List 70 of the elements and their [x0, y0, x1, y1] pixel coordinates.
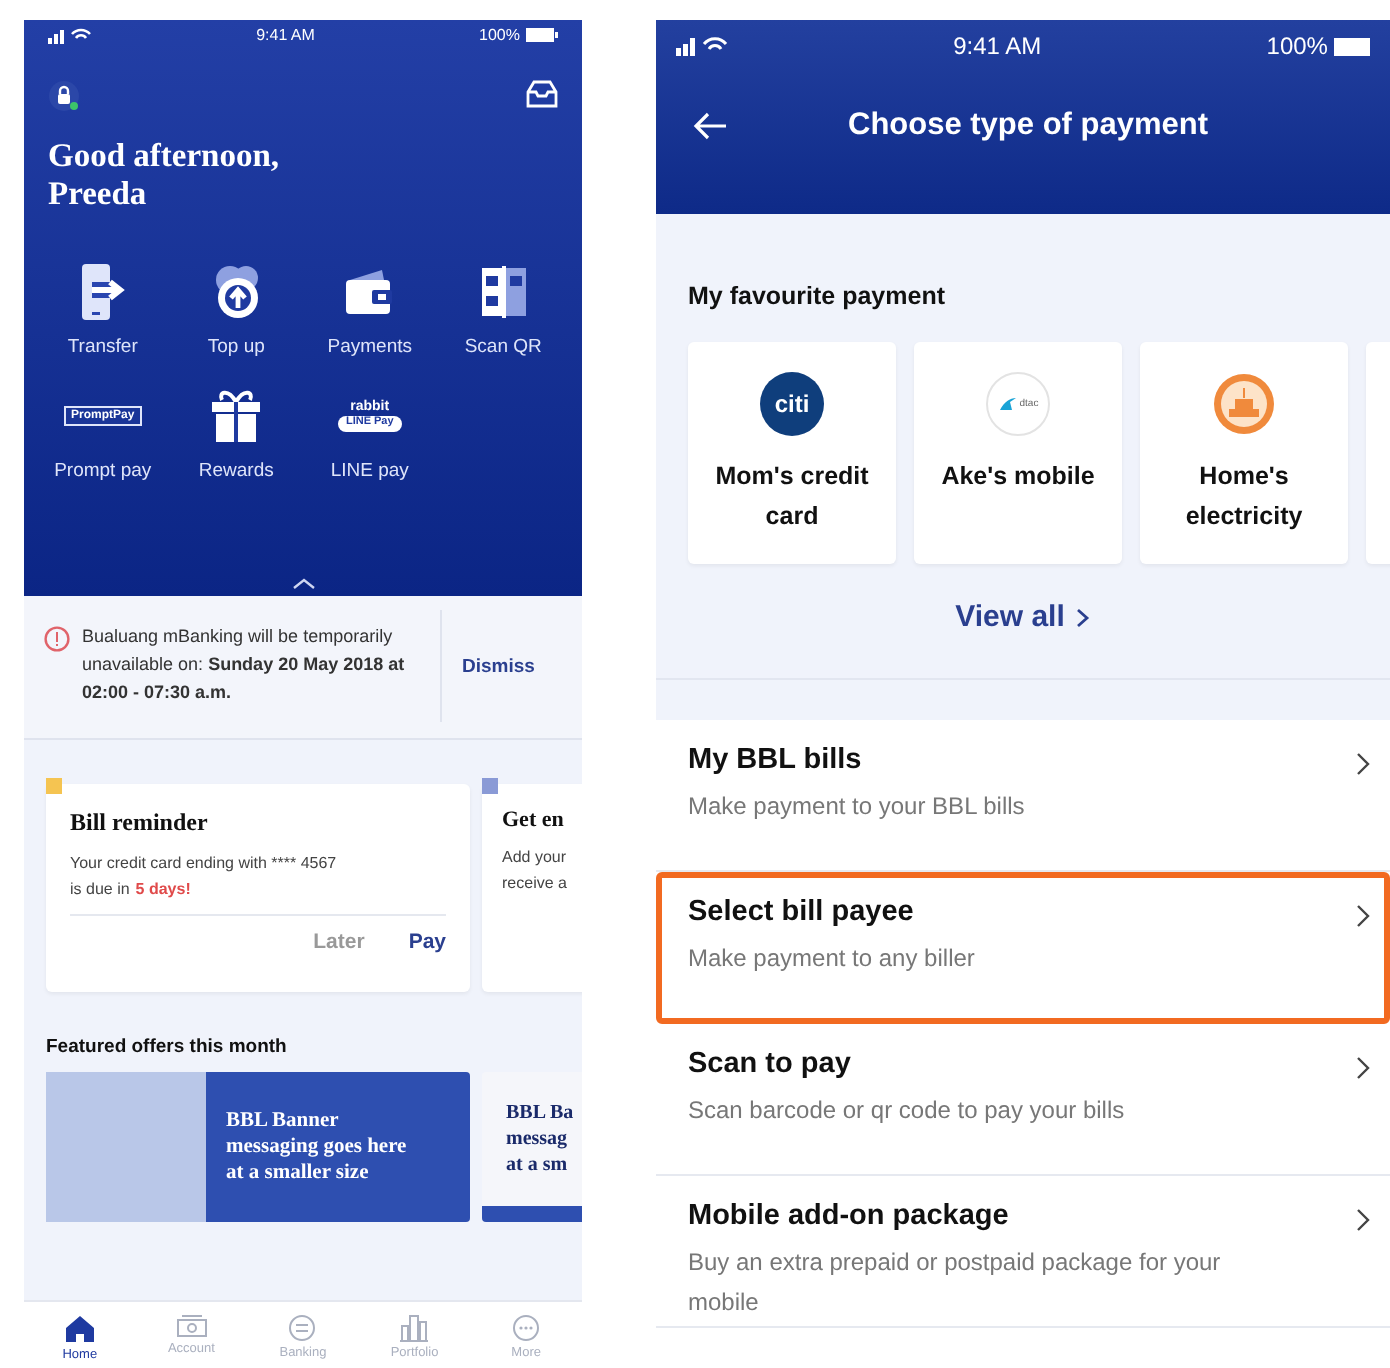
card-text: receive a: [502, 872, 569, 896]
chevron-right-icon: [1356, 1056, 1370, 1080]
screen-title: Choose type of payment: [848, 108, 1208, 144]
shortcut-button[interactable]: Rewards: [169, 386, 303, 482]
bar-chart-icon: [400, 1314, 429, 1342]
battery-percent: 100%: [479, 26, 520, 44]
battery-icon: [1333, 37, 1370, 55]
banner-text: BBL Banner: [226, 1108, 341, 1134]
transfer-circle-icon: [288, 1314, 317, 1342]
chevron-right-icon: [1356, 904, 1370, 928]
more-icon: [512, 1314, 541, 1342]
wallet-icon: [341, 268, 398, 316]
battery-percent: 100%: [1266, 32, 1328, 60]
view-all-link[interactable]: View all: [688, 600, 1358, 634]
payment-option[interactable]: My BBL bills Make payment to your BBL bills: [656, 720, 1390, 872]
chevron-right-icon: [1076, 607, 1091, 627]
offer-banner[interactable]: BBL Ba messag at a sm: [482, 1072, 582, 1222]
banner-text: messaging goes here: [226, 1134, 407, 1160]
card-action-button[interactable]: Pay: [408, 930, 446, 954]
status-time: 9:41 AM: [953, 32, 1042, 60]
status-time: 9:41 AM: [256, 26, 315, 44]
signal-icon: [48, 27, 92, 43]
payment-option[interactable]: Mobile add-on package Buy an extra prepaid or postpaid package for your mobile: [656, 1176, 1390, 1328]
section-title: My favourite payment: [688, 282, 948, 310]
info-icon: [44, 626, 70, 652]
favourite-card[interactable]: Home's electricity: [1140, 342, 1348, 564]
card-title: Bill reminder: [70, 808, 210, 838]
option-subtitle: Make payment to your BBL bills: [688, 790, 1027, 824]
cash-icon: [175, 1314, 208, 1338]
back-arrow-icon[interactable]: [692, 112, 728, 140]
shortcut-button[interactable]: Payments: [303, 262, 437, 358]
option-subtitle: Buy an extra prepaid or postpaid package for your mobile: [688, 1246, 1223, 1320]
option-title: My BBL bills: [688, 744, 864, 776]
offer-banner[interactable]: BBL Banner messaging goes here at a smaller size: [46, 1072, 470, 1222]
card-text: is due in 5 days!: [70, 878, 193, 902]
battery-icon: [525, 28, 558, 42]
lock-icon: [48, 80, 80, 112]
payment-option[interactable]: Select bill payee Make payment to any biller: [656, 872, 1390, 1024]
option-title: Scan to pay: [688, 1048, 853, 1080]
banner-text: messag: [506, 1126, 570, 1152]
favourite-card[interactable]: citi Mom's credit card: [688, 342, 896, 564]
chevron-up-icon[interactable]: [292, 578, 316, 590]
shortcut-button[interactable]: Scan QR: [436, 262, 570, 358]
banner-text: at a smaller size: [226, 1160, 371, 1186]
electricity-logo: [1212, 372, 1276, 436]
notice-message: Bualuang mBanking will be temporarily unavailable on: Sunday 20 May 2018 at 02:00 - 07:30 a.m.: [82, 624, 407, 706]
greeting: Good afternoon, Preeda: [48, 136, 281, 212]
home-icon: [63, 1314, 96, 1344]
chevron-right-icon: [1356, 752, 1370, 776]
option-subtitle: Make payment to any biller: [688, 942, 977, 976]
chevron-right-icon: [1356, 1208, 1370, 1232]
qr-scan-icon: [479, 266, 528, 318]
phone-transfer-icon: [78, 264, 127, 320]
card-text: Add your: [502, 846, 569, 870]
payment-option[interactable]: Scan to pay Scan barcode or qr code to pay your bills: [656, 1024, 1390, 1176]
dismiss-button[interactable]: Dismiss: [440, 610, 535, 722]
section-title: Featured offers this month: [46, 1036, 289, 1058]
card-text: Your credit card ending with **** 4567: [70, 852, 339, 876]
option-subtitle: Scan barcode or qr code to pay your bills: [688, 1094, 1127, 1128]
banner-text: at a sm: [506, 1152, 570, 1178]
bank-logo: citi: [760, 372, 824, 436]
inbox-icon[interactable]: [526, 80, 558, 108]
card-title: Get en: [502, 808, 566, 832]
option-title: Select bill payee: [688, 896, 916, 928]
shortcut-button[interactable]: Top up: [169, 262, 303, 358]
signal-icon: [676, 36, 728, 56]
shortcut-button[interactable]: Transfer: [36, 262, 170, 358]
banner-text: BBL Ba: [506, 1100, 574, 1126]
gift-icon: [210, 388, 263, 444]
option-title: Mobile add-on package: [688, 1200, 1011, 1232]
